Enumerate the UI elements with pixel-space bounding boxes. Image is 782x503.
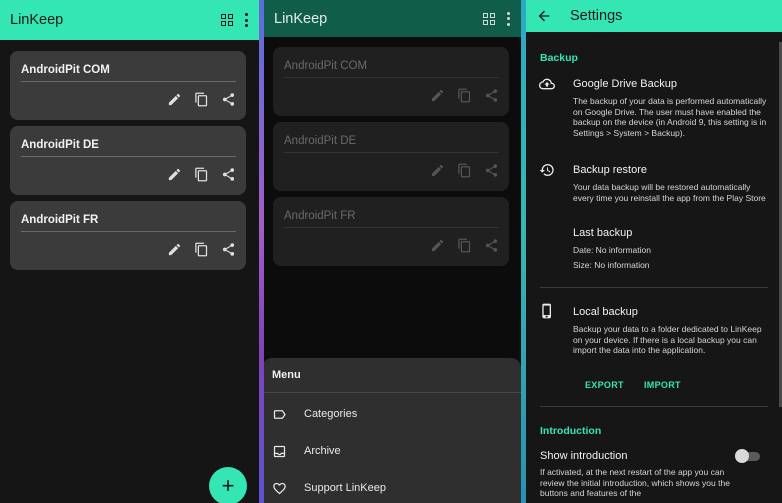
settings-screen: Settings Backup Google Drive Backup The … (526, 0, 782, 503)
import-button[interactable]: IMPORT (644, 380, 681, 390)
card-title: AndroidPit COM (284, 60, 368, 72)
heart-icon (273, 482, 286, 494)
backup-restore-text: Your data backup will be restored automa… (573, 182, 766, 203)
local-backup-text: Backup your data to a folder dedicated t… (573, 324, 762, 355)
copy-icon[interactable] (194, 242, 209, 257)
card-title: AndroidPit FR (21, 214, 99, 226)
edit-icon[interactable] (167, 167, 182, 182)
show-introduction-text: If activated, at the next restart of the… (540, 467, 730, 498)
menu-item-archive[interactable]: Archive (272, 441, 341, 461)
share-icon[interactable] (221, 167, 236, 182)
share-icon[interactable] (221, 242, 236, 257)
google-drive-backup-text: The backup of your data is performed aut… (573, 96, 767, 138)
copy-icon (458, 88, 471, 103)
label-icon (273, 409, 286, 419)
cloud-upload-icon (539, 78, 555, 90)
copy-icon (458, 238, 471, 253)
grid-view-icon[interactable] (483, 12, 495, 25)
card-divider (21, 156, 236, 157)
menu-item-label: Categories (304, 408, 358, 420)
app-bar: LinKeep (264, 0, 521, 37)
share-icon (485, 239, 498, 252)
toggle-knob[interactable] (735, 449, 749, 463)
card-title: AndroidPit COM (21, 64, 110, 76)
last-backup-size: Size: No information (573, 260, 650, 270)
settings-app-bar: Settings (526, 0, 782, 32)
last-backup-date: Date: No information (573, 245, 651, 255)
menu-divider (264, 392, 521, 393)
grid-view-icon[interactable] (221, 14, 233, 26)
menu-title: Menu (272, 369, 301, 381)
phone-icon (542, 303, 551, 319)
backup-section-header: Backup (540, 52, 578, 64)
link-card[interactable]: AndroidPit DE (10, 126, 246, 195)
linkeep-menu-screen: LinKeep AndroidPit COM AndroidPit DE And… (264, 0, 521, 503)
card-title: AndroidPit DE (21, 139, 99, 151)
google-drive-backup-title[interactable]: Google Drive Backup (573, 78, 677, 90)
copy-icon (458, 163, 471, 178)
add-link-button[interactable]: + (209, 467, 247, 503)
edit-icon (431, 164, 444, 177)
card-title: AndroidPit FR (284, 210, 356, 222)
edit-icon (431, 89, 444, 102)
restore-icon (539, 164, 554, 176)
section-divider (540, 406, 768, 407)
card-divider (284, 227, 499, 228)
export-button[interactable]: EXPORT (585, 380, 624, 390)
app-bar: LinKeep (0, 0, 259, 40)
app-title: LinKeep (274, 10, 328, 27)
inbox-icon (273, 445, 286, 457)
menu-item-label: Archive (304, 445, 341, 457)
edit-icon[interactable] (167, 242, 182, 257)
menu-item-categories[interactable]: Categories (272, 404, 357, 424)
link-card[interactable]: AndroidPit FR (10, 201, 246, 270)
show-introduction-title: Show introduction (540, 450, 628, 462)
share-icon[interactable] (221, 92, 236, 107)
card-divider (284, 77, 499, 78)
link-card: AndroidPit FR (273, 197, 509, 266)
link-card[interactable]: AndroidPit COM (10, 51, 246, 120)
card-divider (21, 231, 236, 232)
copy-icon[interactable] (194, 167, 209, 182)
edit-icon (431, 239, 444, 252)
back-arrow-icon[interactable] (536, 8, 552, 24)
last-backup-title: Last backup (573, 227, 633, 239)
link-card: AndroidPit COM (273, 47, 509, 116)
edit-icon[interactable] (167, 92, 182, 107)
card-title: AndroidPit DE (284, 135, 357, 147)
menu-item-label: Support LinKeep (304, 482, 386, 494)
card-divider (284, 152, 499, 153)
more-options-icon[interactable] (507, 11, 511, 26)
more-options-icon[interactable] (245, 13, 249, 27)
bottom-menu-sheet: Menu Categories Archive Support LinKeep (264, 358, 521, 503)
share-icon (485, 89, 498, 102)
link-card: AndroidPit DE (273, 122, 509, 191)
card-divider (21, 81, 236, 82)
section-divider (540, 287, 768, 288)
copy-icon[interactable] (194, 92, 209, 107)
introduction-section-header: Introduction (540, 425, 602, 437)
page-title: Settings (570, 8, 623, 24)
app-title: LinKeep (10, 12, 64, 28)
share-icon (485, 164, 498, 177)
local-backup-title: Local backup (573, 306, 638, 318)
linkeep-main-screen: LinKeep AndroidPit COM AndroidPit DE And… (0, 0, 259, 503)
backup-restore-title[interactable]: Backup restore (573, 164, 647, 176)
menu-item-support[interactable]: Support LinKeep (272, 478, 386, 498)
